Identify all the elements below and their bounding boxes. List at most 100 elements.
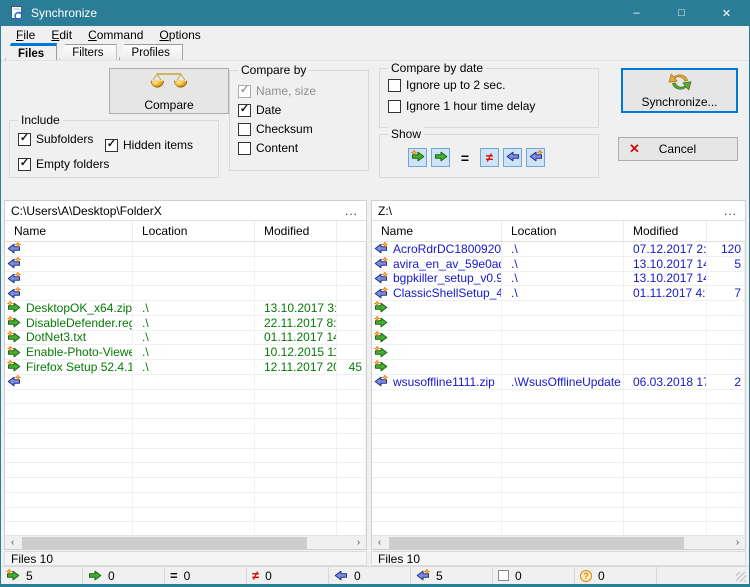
arrow-left-new-icon (7, 375, 22, 388)
cancel-button-label: Cancel (640, 142, 715, 156)
show-not-equal-button[interactable]: ≠ (480, 148, 499, 167)
column-header-name[interactable]: Name (372, 221, 502, 241)
hidden-items-checkbox[interactable]: Hidden items (105, 138, 193, 152)
file-row[interactable] (5, 257, 366, 272)
right-browse-button[interactable]: ... (722, 204, 739, 218)
scrollbar-thumb[interactable] (389, 537, 684, 549)
file-row[interactable]: Enable-Photo-Viewer....\10.12.2015 11:..… (5, 345, 366, 360)
checksum-checkbox[interactable]: Checksum (238, 122, 313, 136)
file-row[interactable]: Firefox Setup 52.4.1es....\12.11.2017 20… (5, 360, 366, 375)
arrow-left-new-icon (7, 242, 22, 255)
file-row[interactable] (372, 331, 745, 346)
file-row[interactable] (372, 316, 745, 331)
arrow-right-icon (88, 569, 102, 582)
empty-row (5, 419, 366, 434)
checkbox-icon (238, 85, 251, 98)
empty-row (372, 404, 745, 419)
cell-name: DesktopOK_x64.zip (22, 301, 132, 315)
menubar: File Edit Command Options (1, 26, 749, 44)
cell-name: Enable-Photo-Viewer... (22, 345, 133, 359)
cell-name: ClassicShellSetup_4_... (389, 286, 502, 300)
ignore-1hour-checkbox[interactable]: Ignore 1 hour time delay (388, 99, 535, 113)
file-row[interactable]: ClassicShellSetup_4_....\01.11.2017 4:1.… (372, 286, 745, 301)
arrow-right-new-icon (7, 360, 22, 373)
show-copy-left-button[interactable] (526, 148, 545, 167)
right-horizontal-scrollbar[interactable]: ‹ › (372, 535, 745, 549)
compare-button[interactable]: Compare (109, 68, 229, 114)
show-group-label: Show (388, 127, 424, 141)
subfolders-checkbox[interactable]: Subfolders (18, 132, 93, 146)
column-header-modified[interactable]: Modified (624, 221, 707, 241)
tab-filters[interactable]: Filters (59, 44, 116, 60)
resize-grip[interactable] (736, 572, 746, 582)
scroll-right-arrow-icon[interactable]: › (351, 536, 366, 550)
file-row[interactable]: AcroRdrDC18009200....\07.12.2017 2:4...1… (372, 242, 745, 257)
arrow-right-icon (434, 150, 448, 166)
file-row[interactable] (372, 360, 745, 375)
file-row[interactable] (5, 375, 366, 390)
cell-modified: 13.10.2017 14:... (633, 257, 707, 271)
status-right-count: 0 (83, 567, 165, 584)
minimize-button[interactable]: – (614, 0, 659, 26)
menu-options[interactable]: Options (151, 27, 208, 44)
column-header-location[interactable]: Location (133, 221, 255, 241)
column-header-name[interactable]: Name (5, 221, 133, 241)
menu-command[interactable]: Command (80, 27, 151, 44)
scroll-right-arrow-icon[interactable]: › (730, 536, 745, 550)
scrollbar-thumb[interactable] (22, 537, 307, 549)
date-checkbox[interactable]: Date (238, 103, 281, 117)
show-copy-right-button[interactable] (408, 148, 427, 167)
column-header-modified[interactable]: Modified (255, 221, 337, 241)
file-row[interactable] (372, 345, 745, 360)
column-header-size[interactable] (337, 221, 366, 241)
file-row[interactable]: DisableDefender.reg.\22.11.2017 8:2... (5, 316, 366, 331)
synchronize-button[interactable]: Synchronize... (621, 68, 738, 113)
column-header-size[interactable] (707, 221, 745, 241)
tab-profiles[interactable]: Profiles (119, 44, 183, 60)
left-browse-button[interactable]: ... (343, 204, 360, 218)
tab-files[interactable]: Files (5, 43, 57, 60)
file-row[interactable]: DotNet3.txt.\01.11.2017 14:... (5, 331, 366, 346)
file-row[interactable]: bgpkiller_setup_v0.9.....\13.10.2017 14:… (372, 272, 745, 287)
empty-row (5, 522, 366, 535)
close-button[interactable]: ✕ (704, 0, 749, 26)
cell-name: wsusoffline1111.zip (389, 375, 495, 389)
file-row[interactable] (5, 242, 366, 257)
cell-location: .\ (511, 272, 518, 286)
cell-modified: 01.11.2017 14:... (264, 331, 337, 345)
arrow-left-new-icon (7, 287, 22, 300)
cell-location: .\ (511, 242, 518, 256)
scroll-left-arrow-icon[interactable]: ‹ (372, 536, 387, 550)
empty-folders-checkbox[interactable]: Empty folders (18, 157, 109, 171)
cancel-button[interactable]: ✕ Cancel (618, 137, 738, 161)
file-row[interactable]: DesktopOK_x64.zip.\13.10.2017 3:5... (5, 301, 366, 316)
scroll-left-arrow-icon[interactable]: ‹ (5, 536, 20, 550)
left-horizontal-scrollbar[interactable]: ‹ › (5, 535, 366, 549)
column-header-location[interactable]: Location (502, 221, 624, 241)
empty-row (5, 390, 366, 405)
empty-row (372, 493, 745, 508)
status-unknown-count: ? 0 (575, 567, 657, 584)
file-row[interactable]: wsusoffline1111.zip.\WsusOfflineUpdate06… (372, 375, 745, 390)
file-row[interactable] (5, 286, 366, 301)
show-left-button[interactable] (503, 148, 522, 167)
right-path-bar: Z:\ ... (372, 201, 745, 221)
file-row[interactable]: avira_en_av_59e0ade....\13.10.2017 14:..… (372, 257, 745, 272)
right-files-count: Files 10 (371, 551, 746, 566)
arrow-left-new-icon (374, 272, 389, 285)
compare-button-label: Compare (144, 98, 193, 112)
empty-row (372, 508, 745, 523)
compare-by-group: Compare by Name, size Date Checksum Cont… (229, 70, 369, 171)
not-equal-icon: ≠ (252, 568, 259, 583)
file-row[interactable] (372, 301, 745, 316)
ignore-2sec-checkbox[interactable]: Ignore up to 2 sec. (388, 78, 505, 92)
status-bar: 5 0 = 0 ≠ 0 0 5 0 ? 0 (1, 566, 749, 584)
content-checkbox[interactable]: Content (238, 141, 298, 155)
show-equal-button[interactable]: = (457, 148, 473, 167)
maximize-button[interactable]: □ (659, 0, 704, 26)
show-right-button[interactable] (431, 148, 450, 167)
cell-modified: 12.11.2017 20:... (264, 360, 337, 374)
menu-file[interactable]: File (8, 27, 43, 44)
menu-edit[interactable]: Edit (43, 27, 80, 44)
file-row[interactable] (5, 272, 366, 287)
